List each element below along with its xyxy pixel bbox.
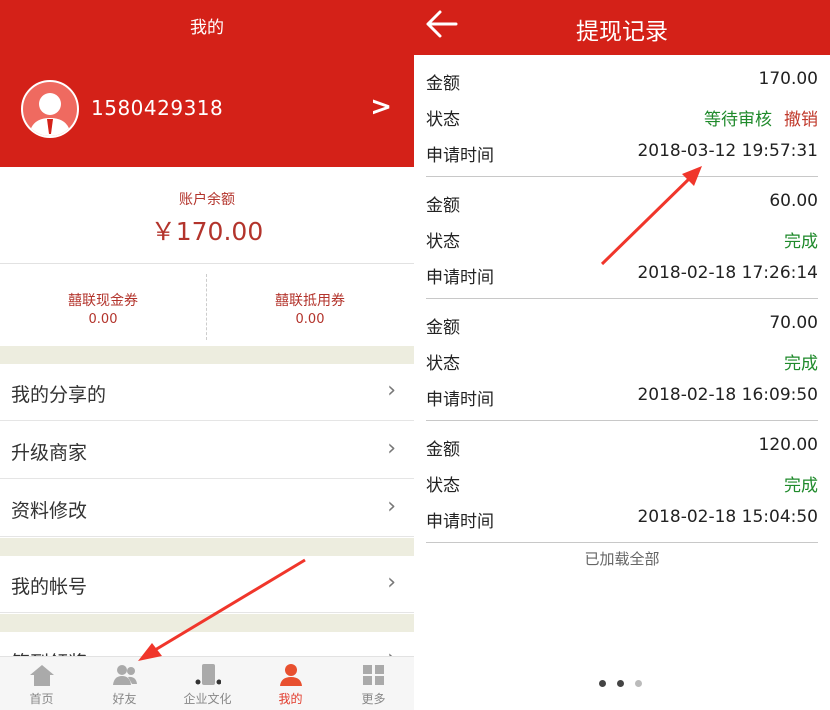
balance-value: ￥170.00 [150,217,264,246]
bottom-nav: 首页 好友 企业文化 我的 更多 [0,656,414,710]
time-label: 申请时间 [426,268,494,288]
withdraw-record: 金额 120.00 状态 完成 申请时间 2018-02-18 15:04:50 [426,421,818,543]
menu-item-upgrade[interactable]: 升级商家 › [0,422,414,479]
chevron-right-icon: › [387,378,396,403]
amount-label: 金额 [426,318,460,338]
status-value: 完成 [784,476,818,496]
coupon-voucher[interactable]: 囍联抵用券 0.00 [207,264,413,346]
nav-label: 更多 [361,692,386,706]
time-label: 申请时间 [426,512,494,532]
coupon-name: 囍联现金券 [68,293,138,309]
user-phone: 1580429318 [91,96,224,120]
user-avatar-icon [29,93,71,136]
page-dot [617,680,624,687]
page-title: 提现记录 [576,19,668,45]
coupon-value: 0.00 [295,312,325,327]
nav-label: 我的 [278,692,303,706]
time-value: 2018-02-18 16:09:50 [637,385,818,405]
menu-label: 升级商家 [11,442,88,464]
profile-header: 我的 1580429318 > [0,0,414,167]
nav-label: 企业文化 [183,692,232,706]
status-value: 完成 [784,354,818,374]
time-label: 申请时间 [426,146,494,166]
chevron-right-icon: › [387,436,396,461]
culture-icon [195,664,221,685]
coupon-cash[interactable]: 囍联现金券 0.00 [0,264,206,346]
coupons: 囍联现金券 0.00 囍联抵用券 0.00 [0,264,414,346]
time-value: 2018-03-12 19:57:31 [637,141,818,161]
chevron-right-icon[interactable]: > [370,92,392,122]
coupon-name: 囍联抵用券 [275,293,345,309]
status-label: 状态 [426,476,460,496]
nav-label: 好友 [112,692,137,706]
balance-label: 账户余额 [179,192,235,208]
amount-value: 170.00 [758,69,818,89]
status-label: 状态 [426,110,460,130]
page-indicator [599,680,649,690]
coupon-value: 0.00 [88,312,118,327]
cancel-button[interactable]: 撤销 [784,110,818,130]
amount-label: 金额 [426,440,460,460]
nav-culture[interactable]: 企业文化 [166,657,249,710]
menu-label: 资料修改 [11,500,88,522]
profile-screen: 我的 1580429318 > 账户余额 ￥170.00 囍联现金券 0.00 [0,0,414,710]
section-gap [0,346,414,364]
page-dot [599,680,606,687]
amount-label: 金额 [426,74,460,94]
menu-label: 我的帐号 [11,576,88,598]
withdraw-record: 金额 170.00 状态 等待审核 撤销 申请时间 2018-03-12 19:5… [426,55,818,177]
loaded-all-text: 已加载全部 [584,550,660,568]
nav-friends[interactable]: 好友 [83,657,166,710]
menu-item-profile-edit[interactable]: 资料修改 › [0,480,414,537]
time-value: 2018-02-18 15:04:50 [637,507,818,527]
time-label: 申请时间 [426,390,494,410]
profile-icon [280,664,302,686]
section-gap [0,614,414,632]
nav-label: 首页 [29,692,54,706]
page-title: 我的 [190,18,224,38]
amount-value: 70.00 [769,313,818,333]
withdraw-records-screen: 提现记录 金额 170.00 状态 等待审核 撤销 申请时间 2018-03-12… [414,0,830,710]
status-value: 完成 [784,232,818,252]
menu-item-my-account[interactable]: 我的帐号 › [0,556,414,613]
nav-more[interactable]: 更多 [332,657,414,710]
home-icon [30,665,54,686]
nav-profile[interactable]: 我的 [249,657,332,710]
withdraw-record: 金额 70.00 状态 完成 申请时间 2018-02-18 16:09:50 [426,299,818,421]
amount-value: 120.00 [758,435,818,455]
page-dot [635,680,642,687]
menu-item-my-shares[interactable]: 我的分享的 › [0,364,414,421]
chevron-right-icon: › [387,494,396,519]
avatar[interactable] [21,80,79,138]
chevron-right-icon: › [387,570,396,595]
section-gap [0,538,414,556]
amount-value: 60.00 [769,191,818,211]
status-label: 状态 [426,232,460,252]
status-label: 状态 [426,354,460,374]
status-value: 等待审核 [704,110,772,130]
amount-label: 金额 [426,196,460,216]
withdraw-record: 金额 60.00 状态 完成 申请时间 2018-02-18 17:26:14 [426,177,818,299]
time-value: 2018-02-18 17:26:14 [637,263,818,283]
records-header: 提现记录 [414,0,830,55]
more-icon [363,665,384,685]
nav-home[interactable]: 首页 [0,657,83,710]
menu-label: 我的分享的 [11,384,107,406]
account-balance: 账户余额 ￥170.00 [0,167,414,264]
friends-icon [113,665,137,685]
